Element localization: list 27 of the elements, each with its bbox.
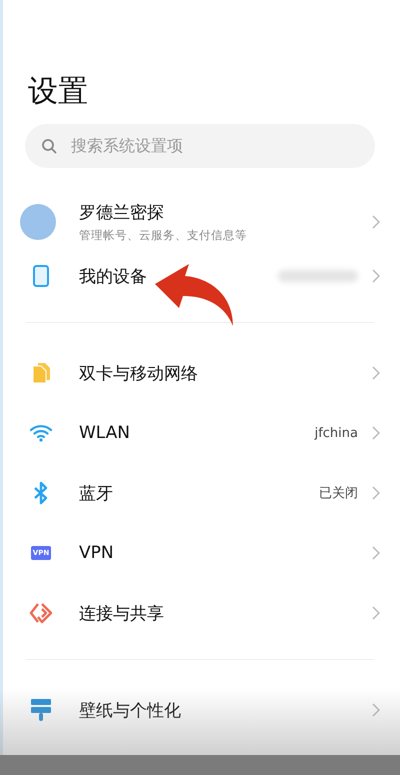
page-title: 设置 xyxy=(28,73,89,111)
chevron-icon xyxy=(372,215,380,229)
settings-item[interactable]: WLAN xyxy=(79,423,315,443)
chevron-icon xyxy=(372,703,380,717)
wifi-icon xyxy=(29,424,53,442)
bluetooth-icon xyxy=(33,481,49,505)
chevron-icon xyxy=(372,546,380,560)
item-value: 已关闭 xyxy=(319,485,358,502)
share-icon xyxy=(29,602,53,624)
chevron-icon xyxy=(372,606,380,620)
paint-brush-icon xyxy=(30,698,52,722)
chevron-icon xyxy=(372,366,380,380)
settings-item[interactable]: 蓝牙 xyxy=(79,482,319,504)
settings-item[interactable]: 我的设备 xyxy=(79,264,278,288)
chevron-icon xyxy=(372,269,380,283)
account-name[interactable]: 罗德兰密探 xyxy=(79,201,372,224)
settings-item[interactable]: 双卡与移动网络 xyxy=(79,362,372,384)
phone-icon xyxy=(33,265,49,287)
settings-item[interactable]: VPN xyxy=(79,543,372,563)
search-placeholder: 搜索系统设置项 xyxy=(71,136,183,156)
settings-item[interactable]: 连接与共享 xyxy=(79,602,372,624)
chevron-icon xyxy=(372,486,380,500)
avatar[interactable] xyxy=(20,204,56,240)
item-value: jfchina xyxy=(314,426,358,440)
account-subtitle: 管理帐号、云服务、支付信息等 xyxy=(79,228,248,243)
search-icon xyxy=(41,138,57,154)
chevron-icon xyxy=(372,426,380,440)
